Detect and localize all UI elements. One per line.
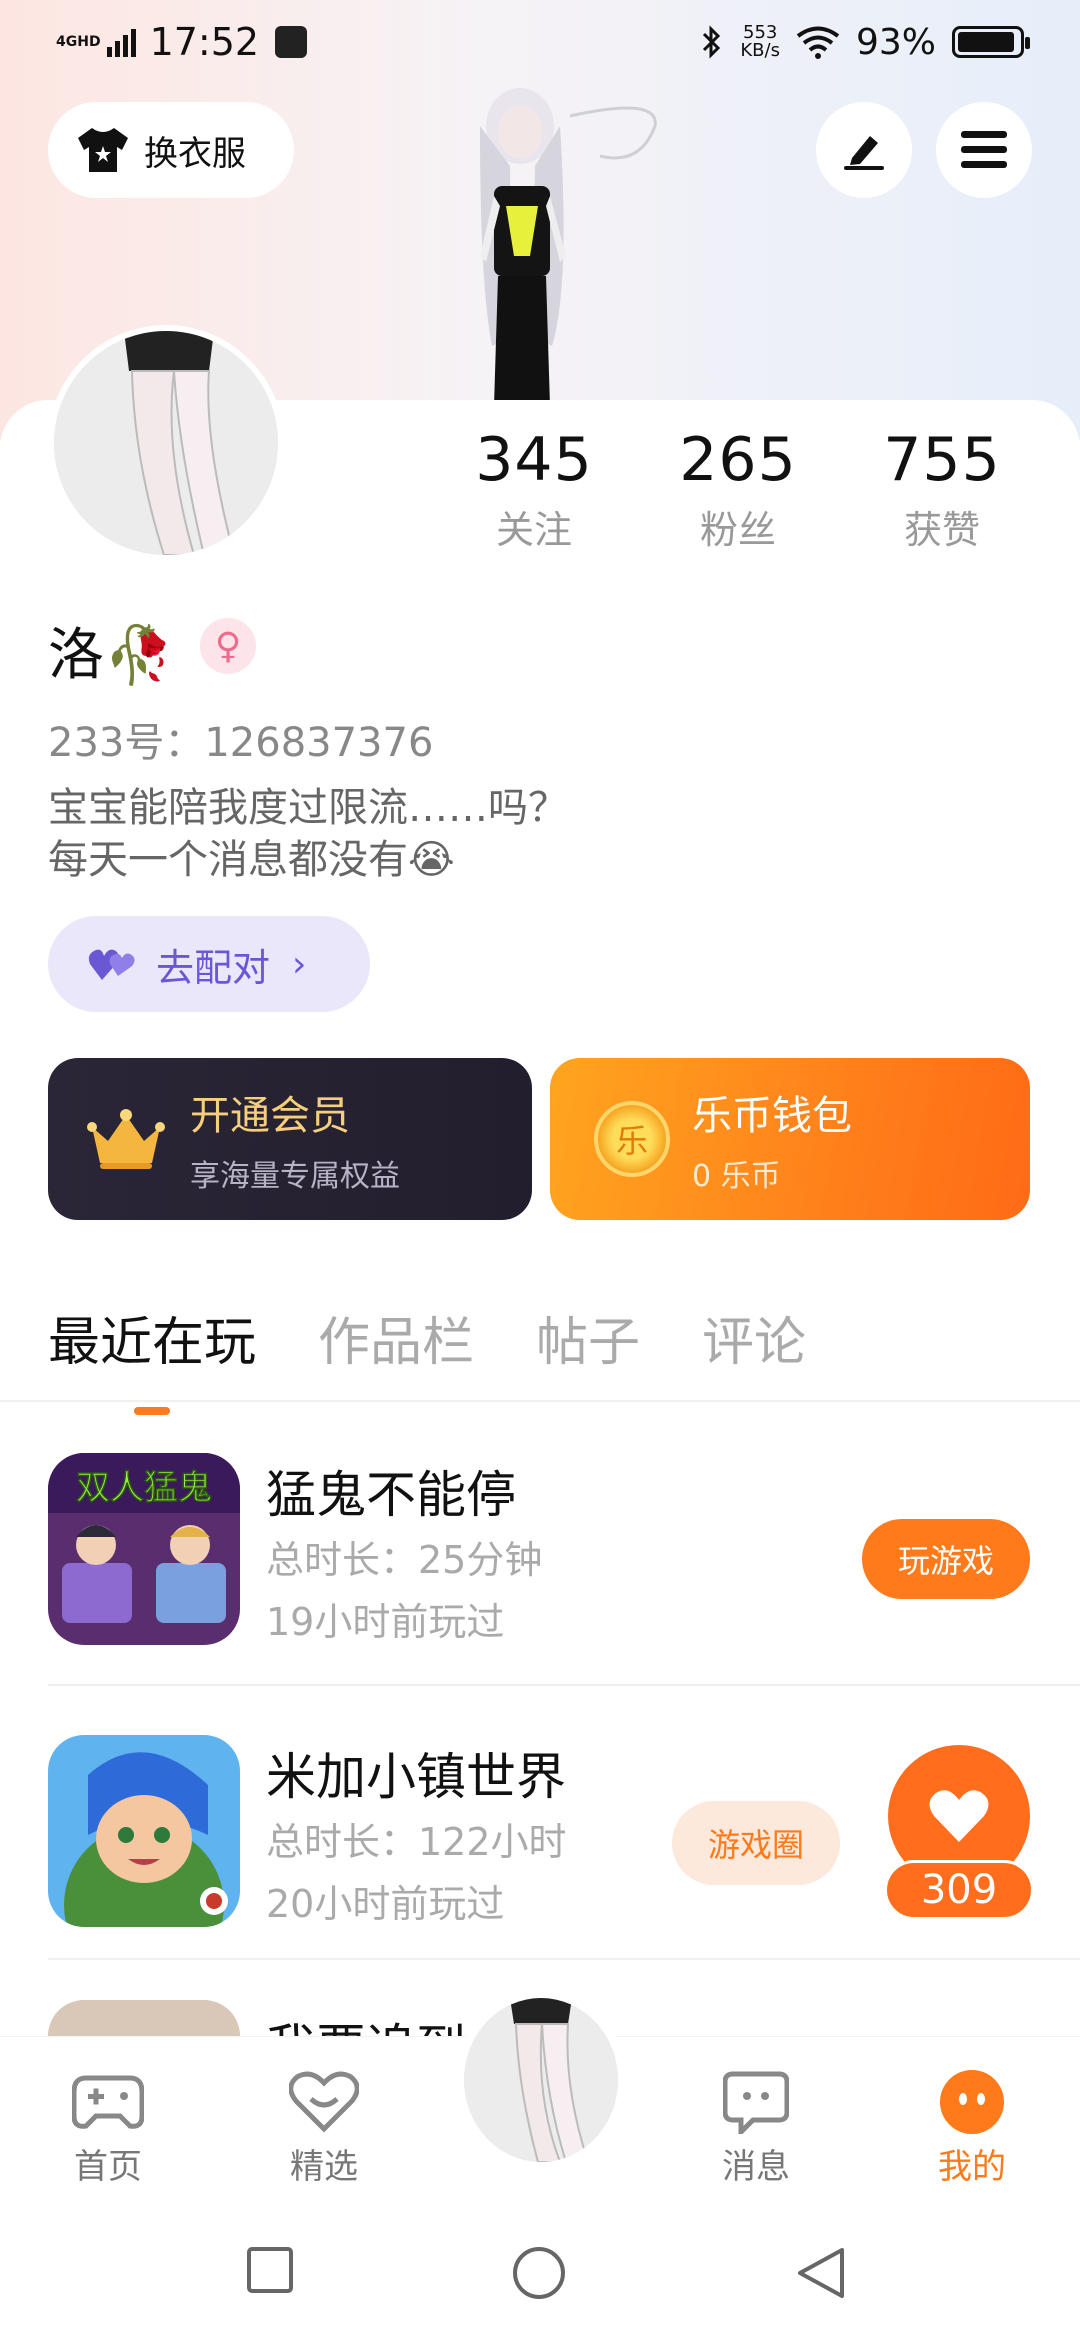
chevron-right-icon: ›: [292, 943, 307, 985]
home-circle-icon[interactable]: [512, 2246, 566, 2300]
wallet-balance: 0 乐币: [692, 1159, 781, 1194]
stat-value: 345: [475, 425, 593, 495]
game-icon-text: 双人猛鬼: [76, 1468, 212, 1508]
bio: 宝宝能陪我度过限流……吗？ 每天一个消息都没有😭: [48, 782, 568, 886]
game-circle-button[interactable]: 游戏圈: [672, 1801, 840, 1885]
match-button[interactable]: 去配对 ›: [48, 916, 370, 1012]
pen-icon: [844, 136, 884, 170]
nav-messages[interactable]: 消息: [696, 2067, 816, 2188]
recent-apps-icon[interactable]: [246, 2246, 294, 2294]
edit-profile-button[interactable]: [816, 102, 912, 198]
back-triangle-icon[interactable]: [796, 2246, 846, 2300]
female-gender-icon: ♀: [200, 618, 256, 674]
game-last-played: 20小时前玩过: [266, 1882, 505, 1926]
stat-label: 关注: [495, 508, 572, 552]
stat-following[interactable]: 345 关注: [432, 425, 636, 554]
battery-icon: [952, 26, 1030, 58]
vip-title: 开通会员: [190, 1093, 350, 1139]
signal-icon: [106, 27, 136, 57]
battery-percent: 93%: [855, 21, 936, 63]
vip-card[interactable]: 开通会员 享海量专属权益: [48, 1058, 532, 1220]
divider: [48, 1958, 1080, 1960]
notification-icon: [275, 26, 308, 58]
network-speed: 553 KB/s: [740, 24, 780, 60]
game-icon: [48, 2000, 240, 2040]
game-icon: [48, 1735, 240, 1927]
change-outfit-button[interactable]: 换衣服: [48, 102, 294, 198]
profile-stats: 345 关注 265 粉丝 755 获赞: [432, 425, 1044, 554]
bio-line: 宝宝能陪我度过限流……吗？: [48, 785, 568, 831]
tab-recent[interactable]: 最近在玩: [48, 1300, 256, 1375]
like-count: 309: [884, 1860, 1034, 1920]
profile-face-icon: [940, 2070, 1004, 2134]
list-item[interactable]: 双人猛鬼 猛鬼不能停 总时长：25分钟 19小时前玩过 玩游戏: [48, 1453, 1080, 1693]
stat-value: 755: [883, 425, 1001, 495]
game-last-played: 19小时前玩过: [266, 1600, 505, 1644]
nav-featured[interactable]: 精选: [264, 2067, 384, 2188]
vip-subtitle: 享海量专属权益: [190, 1159, 400, 1194]
wallet-title: 乐币钱包: [692, 1093, 852, 1139]
nav-label: 我的: [938, 2147, 1006, 2187]
game-duration: 总时长：122小时: [266, 1820, 567, 1864]
game-duration: 总时长：25分钟: [266, 1538, 543, 1582]
heart-icon: [929, 1790, 989, 1842]
game-name: 猛鬼不能停: [266, 1466, 516, 1524]
coin-icon: 乐: [594, 1101, 670, 1177]
game-icon: 双人猛鬼: [48, 1453, 240, 1645]
speed-unit: KB/s: [740, 40, 780, 61]
tab-posts[interactable]: 帖子: [536, 1300, 640, 1375]
nickname: 洛🥀: [48, 623, 174, 688]
nav-label: 首页: [74, 2147, 142, 2187]
match-label: 去配对: [156, 945, 271, 990]
status-bar: 4GHD 17:52 553 KB/s 93%: [0, 0, 1080, 84]
stat-label: 获赞: [903, 508, 980, 552]
game-name: 米加小镇世界: [266, 1748, 566, 1806]
chat-bubble-icon: [723, 2071, 789, 2134]
stat-value: 265: [679, 425, 797, 495]
nav-label: 精选: [290, 2147, 358, 2187]
nav-label: 消息: [722, 2147, 790, 2187]
gamepad-icon: [72, 2075, 144, 2129]
crown-icon: [87, 1109, 165, 1169]
avatar-image: [54, 331, 278, 555]
hearts-icon: [88, 949, 135, 980]
bio-line: 每天一个消息都没有😭: [48, 837, 455, 883]
stat-likes[interactable]: 755 获赞: [840, 425, 1044, 554]
network-type: 4GHD: [56, 34, 101, 50]
change-outfit-label: 换衣服: [144, 133, 246, 174]
menu-button[interactable]: [936, 102, 1032, 198]
clock: 17:52: [149, 20, 260, 64]
nav-mine[interactable]: 我的: [912, 2067, 1032, 2188]
stat-fans[interactable]: 265 粉丝: [636, 425, 840, 554]
heart-outline-icon: [289, 2071, 359, 2133]
stat-label: 粉丝: [699, 508, 776, 552]
center-avatar-button[interactable]: [456, 1990, 626, 2170]
wallet-card[interactable]: 乐 乐币钱包 0 乐币: [550, 1058, 1030, 1220]
avatar: [464, 1998, 618, 2162]
hamburger-icon: [961, 131, 1007, 168]
bluetooth-icon: [703, 25, 721, 59]
wifi-icon: [796, 26, 840, 59]
tab-works[interactable]: 作品栏: [318, 1300, 474, 1375]
user-id[interactable]: 233号：126837376: [48, 710, 433, 768]
shirt-icon: [78, 128, 128, 172]
tab-comments[interactable]: 评论: [702, 1300, 806, 1375]
nav-home[interactable]: 首页: [48, 2067, 168, 2188]
play-game-button[interactable]: 玩游戏: [862, 1519, 1030, 1599]
profile-tabs: 最近在玩 作品栏 帖子 评论: [48, 1300, 806, 1375]
profile-avatar[interactable]: [48, 325, 284, 561]
divider: [0, 1400, 1080, 1402]
system-navigation-bar: [0, 2216, 1080, 2340]
character-figure: [480, 88, 657, 406]
divider: [48, 1684, 1080, 1686]
